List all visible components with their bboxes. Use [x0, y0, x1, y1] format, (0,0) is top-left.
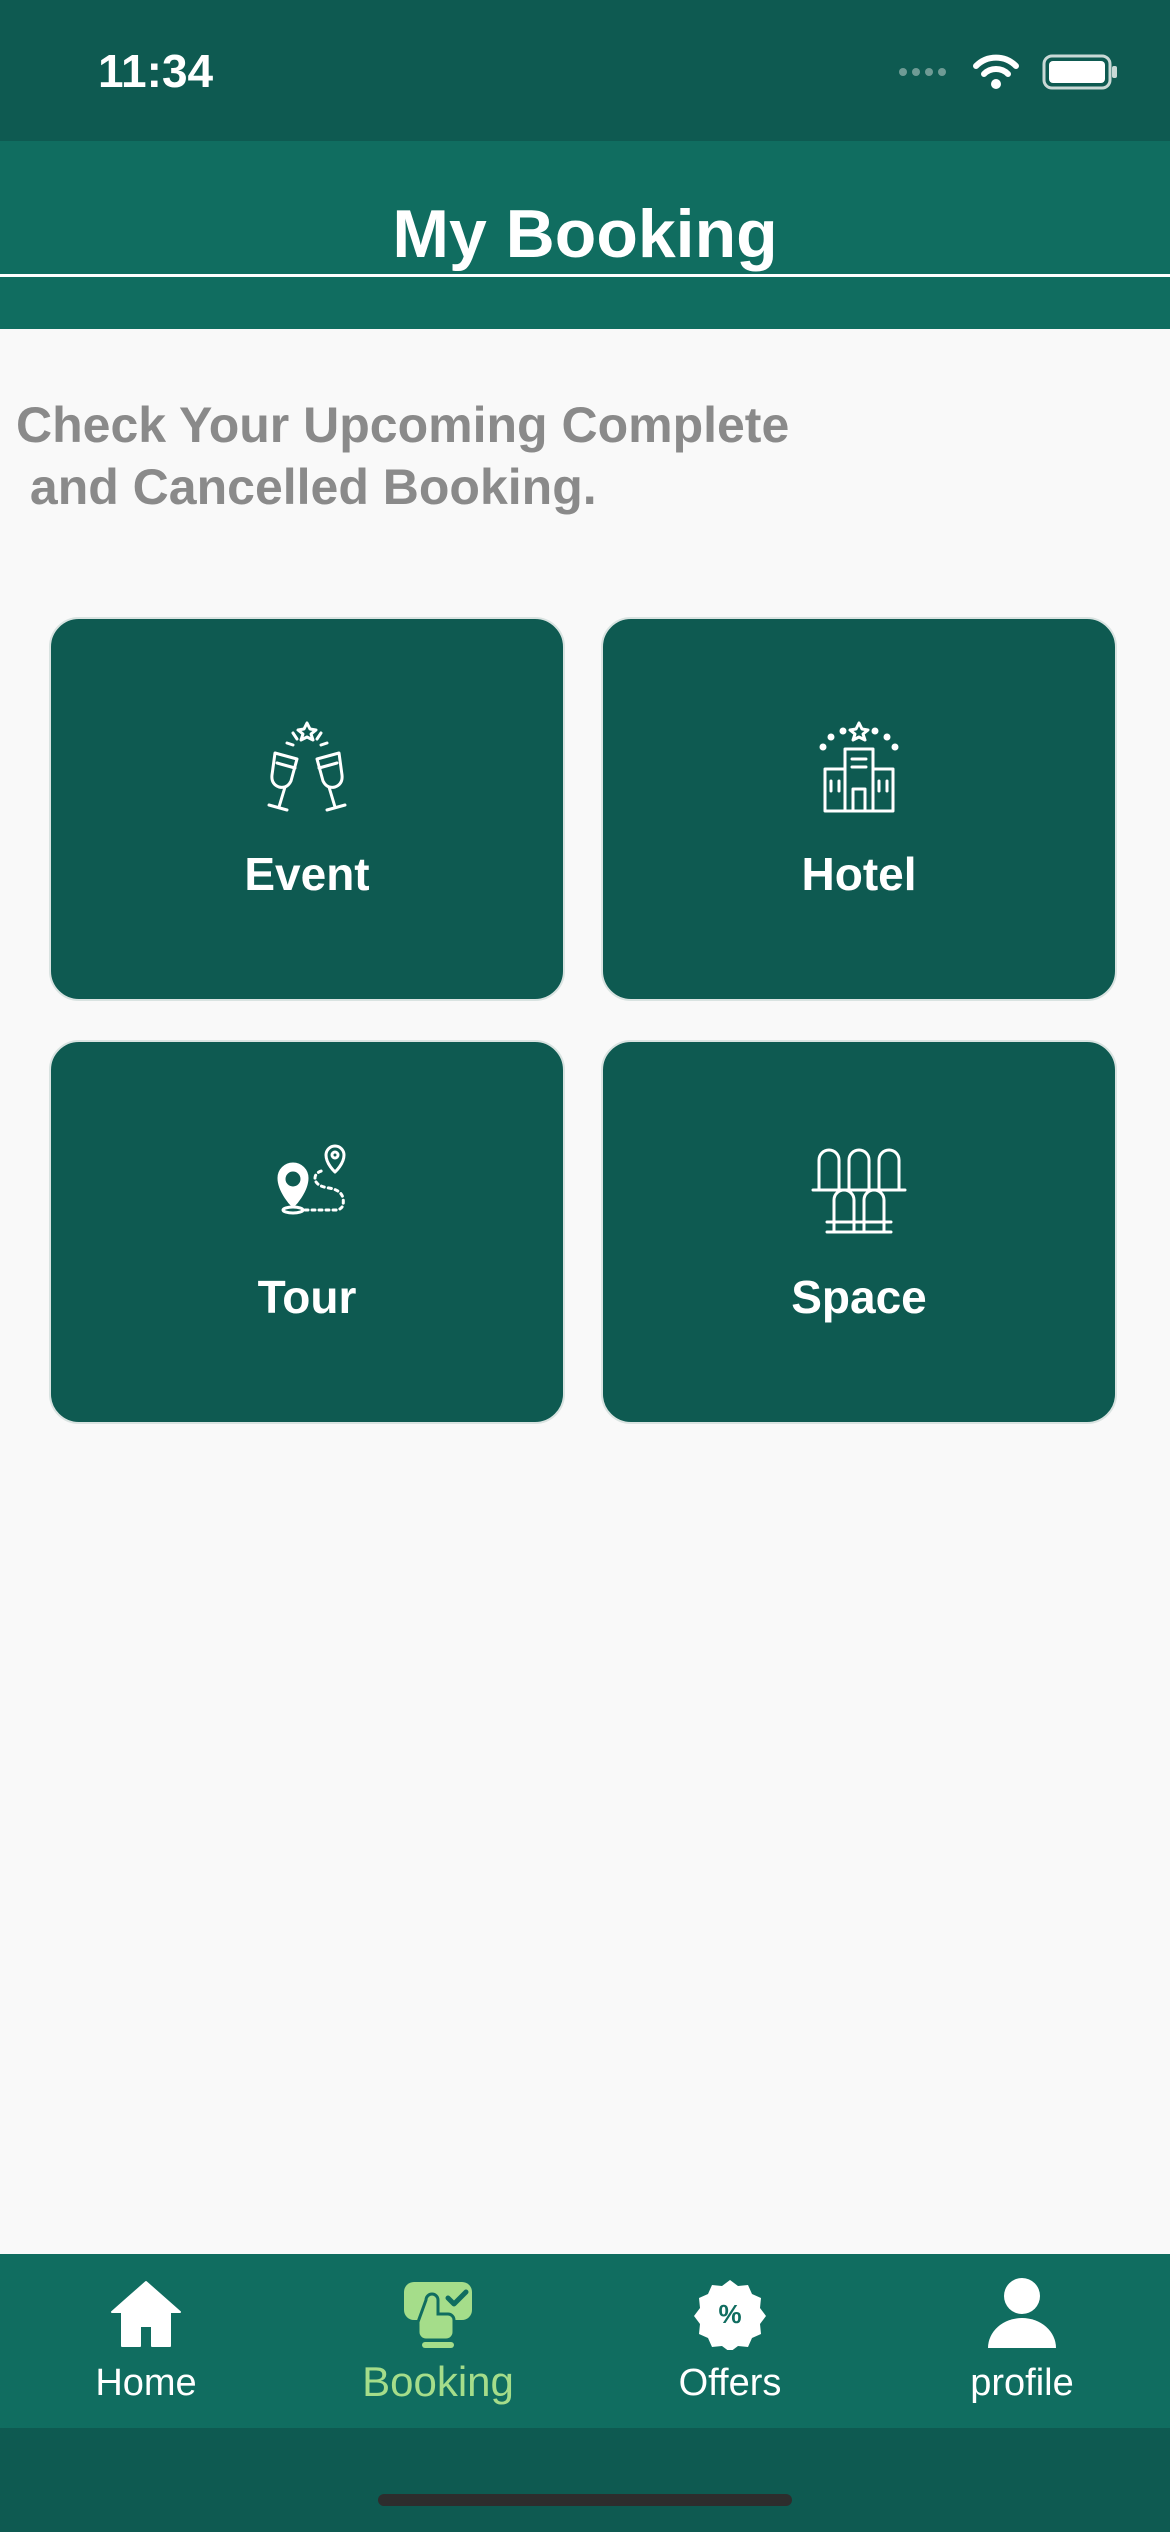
- nav-item-profile[interactable]: profile: [876, 2254, 1168, 2428]
- map-route-pin-icon: [277, 1144, 346, 1215]
- nav-label-profile: profile: [970, 2362, 1074, 2404]
- space-card[interactable]: Space: [601, 1040, 1117, 1424]
- page-subtitle: Check Your Upcoming Complete and Cancell…: [16, 394, 916, 518]
- app-header: My Booking: [0, 141, 1170, 329]
- home-indicator[interactable]: [378, 2494, 792, 2506]
- svg-text:%: %: [718, 2299, 741, 2329]
- status-icons: [898, 52, 1118, 92]
- discount-badge-icon: %: [694, 2280, 766, 2350]
- battery-icon: [1042, 54, 1117, 90]
- subtitle-line-1: Check Your Upcoming Complete: [16, 397, 790, 453]
- hotel-building-icon: [819, 721, 899, 813]
- nav-label-offers: Offers: [678, 2362, 782, 2404]
- subtitle-line-2: and Cancelled Booking.: [16, 459, 597, 515]
- hotel-card[interactable]: Hotel: [601, 617, 1117, 1001]
- person-icon: [988, 2278, 1056, 2348]
- hotel-label: Hotel: [801, 848, 917, 900]
- seats-icon: [811, 1148, 907, 1234]
- nav-item-booking[interactable]: Booking: [292, 2254, 584, 2428]
- booking-hand-icon: [404, 2282, 472, 2348]
- nav-label-home: Home: [95, 2362, 197, 2404]
- space-label: Space: [791, 1271, 927, 1323]
- home-icon: [111, 2281, 181, 2347]
- header-divider: [0, 274, 1170, 277]
- status-bar: 11:34: [0, 0, 1170, 141]
- home-indicator-area: [0, 2428, 1170, 2532]
- status-time: 11:34: [98, 45, 214, 97]
- nav-item-offers[interactable]: % Offers: [584, 2254, 876, 2428]
- signal-icon: [899, 68, 946, 76]
- champagne-toast-icon: [267, 721, 347, 812]
- nav-label-booking: Booking: [362, 2358, 514, 2405]
- event-card[interactable]: Event: [49, 617, 565, 1001]
- tour-label: Tour: [257, 1271, 357, 1323]
- nav-item-home[interactable]: Home: [0, 2254, 292, 2428]
- bottom-nav: Home Booking % Offers profile: [0, 2254, 1170, 2428]
- event-label: Event: [244, 848, 370, 900]
- page-title: My Booking: [392, 196, 778, 272]
- tour-card[interactable]: Tour: [49, 1040, 565, 1424]
- wifi-icon: [973, 54, 1019, 89]
